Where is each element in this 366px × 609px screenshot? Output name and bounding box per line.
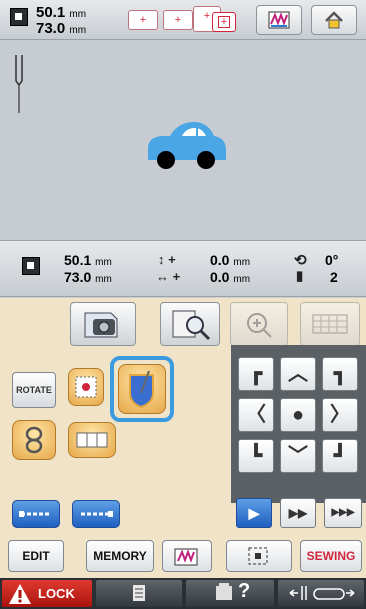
chevron-left-icon: 〈 xyxy=(246,404,266,426)
needle-icon xyxy=(15,55,23,113)
chevron-right-icon: 〉 xyxy=(330,404,350,426)
speed-medium-button[interactable]: ▶▶ xyxy=(280,498,316,528)
speed-fast-button[interactable]: ▶▶▶ xyxy=(324,498,362,528)
edit-panel: ROTATE ┏ ︿ ┓ 〈 ● 〉 ┗ ﹀ ┛ ▶ ▶▶ ▶▶▶ EDIT M… xyxy=(0,298,366,578)
home-icon xyxy=(325,11,343,29)
fast-forward-icon: ▶▶ xyxy=(288,506,308,520)
camera-view-button[interactable] xyxy=(70,302,136,346)
move-left-button[interactable]: 〈 xyxy=(238,398,274,432)
help-button[interactable]: ? xyxy=(186,580,274,607)
zoom-button[interactable] xyxy=(230,302,288,346)
center-button[interactable]: ● xyxy=(280,398,316,432)
scan-magnifier-icon xyxy=(172,310,211,341)
stitch-forward-icon xyxy=(81,511,113,517)
move-up-right-button[interactable]: ┓ xyxy=(322,357,358,391)
hoop-size-2[interactable]: + xyxy=(163,10,193,30)
move-up-left-button[interactable]: ┏ xyxy=(238,357,274,391)
corner-down-left-icon: ┗ xyxy=(249,445,263,467)
hoop-size-active[interactable]: + xyxy=(212,12,236,32)
info-height: 73.0 mm xyxy=(64,269,112,285)
needle-position-icon xyxy=(289,586,355,600)
thread-color-button[interactable] xyxy=(162,540,212,572)
trial-frame-icon xyxy=(248,547,268,565)
bottom-bar: LOCK ? xyxy=(0,578,366,609)
move-down-button[interactable]: ﹀ xyxy=(280,439,316,473)
settings-button[interactable] xyxy=(96,580,182,607)
play-icon: ▶ xyxy=(248,505,260,521)
hoop-size-1[interactable]: + xyxy=(128,10,158,30)
chevron-down-icon: ﹀ xyxy=(288,445,308,467)
speed-slow-button[interactable]: ▶ xyxy=(236,498,272,528)
move-up-button[interactable]: ︿ xyxy=(280,357,316,391)
vertical-offset-icon: ↕ + xyxy=(158,252,176,267)
warning-icon xyxy=(9,584,31,604)
applique-button[interactable] xyxy=(118,364,166,414)
size-icon xyxy=(10,8,28,26)
embroidery-preview-area xyxy=(0,41,366,240)
move-down-left-button[interactable]: ┗ xyxy=(238,439,274,473)
chevron-up-icon: ︿ xyxy=(288,363,308,385)
edit-button[interactable]: EDIT xyxy=(8,540,64,572)
rotate-button[interactable]: ROTATE xyxy=(12,372,56,408)
top-bar: 50.1 mm 73.0 mm + + + + xyxy=(0,0,366,40)
thread-spool-icon: ▮ xyxy=(296,268,304,283)
move-down-right-button[interactable]: ┛ xyxy=(322,439,358,473)
sewing-button[interactable]: SEWING xyxy=(300,540,362,572)
horizontal-offset-icon: ↔ + xyxy=(156,269,181,284)
trial-area-button[interactable] xyxy=(226,540,292,572)
home-button[interactable] xyxy=(311,5,357,35)
border-frame-icon xyxy=(76,432,108,448)
zoom-in-icon xyxy=(247,313,272,338)
size-icon xyxy=(22,257,40,275)
info-thread-count: 2 xyxy=(330,269,338,285)
move-right-button[interactable]: 〉 xyxy=(322,398,358,432)
scan-view-button[interactable] xyxy=(160,302,220,346)
fastest-forward-icon: ▶▶▶ xyxy=(331,507,355,518)
memory-button[interactable]: MEMORY xyxy=(86,540,154,572)
mirror-button[interactable] xyxy=(68,368,104,406)
car-design-icon xyxy=(148,122,226,169)
stitch-back-icon xyxy=(19,511,51,517)
color-change-button[interactable] xyxy=(256,5,302,35)
corner-down-right-icon: ┛ xyxy=(333,445,347,467)
thread-color-icon xyxy=(268,11,290,29)
info-offset-x: 0.0 mm xyxy=(210,269,251,285)
stitch-forward-button[interactable] xyxy=(72,500,120,528)
rotation-angle-icon: ⟲ xyxy=(294,252,307,269)
design-info-bar: 50.1 mm 73.0 mm ↕ + 0.0 mm ↔ + 0.0 mm ⟲ … xyxy=(0,240,366,297)
lock-button[interactable]: LOCK xyxy=(2,580,92,607)
info-angle: 0° xyxy=(325,252,339,268)
corner-up-right-icon: ┓ xyxy=(333,363,347,385)
flip-design-icon xyxy=(75,376,97,398)
chain-link-icon xyxy=(25,426,43,454)
checklist-icon xyxy=(133,585,145,601)
corner-up-left-icon: ┏ xyxy=(249,363,263,385)
top-height: 73.0 mm xyxy=(36,20,87,37)
border-button[interactable] xyxy=(68,422,116,458)
chain-button[interactable] xyxy=(12,420,56,460)
camera-icon xyxy=(84,312,118,338)
grid-button[interactable] xyxy=(300,302,360,346)
grid-icon xyxy=(312,314,348,334)
embroidery-edit-screen: 50.1 mm 73.0 mm + + + + 50.1 mm 73.0 mm … xyxy=(0,0,366,609)
center-dot-icon: ● xyxy=(291,404,305,426)
shield-applique-icon xyxy=(129,370,154,409)
stitch-back-button[interactable] xyxy=(12,500,60,528)
thread-palette-icon xyxy=(174,548,198,566)
camera-needle-position-button[interactable] xyxy=(278,580,364,607)
